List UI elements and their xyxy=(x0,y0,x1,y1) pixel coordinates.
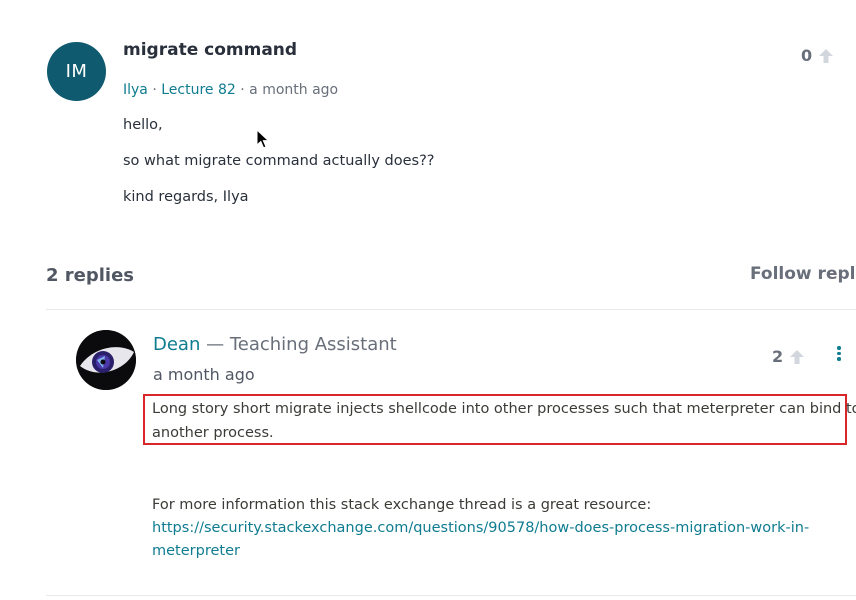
kebab-menu-icon[interactable] xyxy=(832,346,846,364)
author-link[interactable]: Ilya xyxy=(123,82,148,98)
question-body-line: so what migrate command actually does?? xyxy=(123,153,435,169)
reply-text-line: another process. xyxy=(152,425,274,441)
upvote-arrow-icon[interactable] xyxy=(818,48,834,64)
question-body-line: hello, xyxy=(123,117,163,133)
reply-vote: 2 xyxy=(772,347,805,366)
reply-time: a month ago xyxy=(153,365,255,384)
avatar-eye-icon xyxy=(76,330,136,390)
question-meta: Ilya · Lecture 82 · a month ago xyxy=(123,82,338,98)
meta-separator: · xyxy=(240,82,245,98)
avatar-dean[interactable] xyxy=(76,330,136,390)
vote-count: 2 xyxy=(772,347,784,366)
question-title: migrate command xyxy=(123,40,298,60)
reply-author-line: Dean — Teaching Assistant xyxy=(153,334,397,355)
question-vote: 0 xyxy=(801,46,834,65)
meta-separator: · xyxy=(152,82,157,98)
lecture-link[interactable]: Lecture 82 xyxy=(161,82,236,98)
reply-text-line: Long story short migrate injects shellco… xyxy=(152,401,856,417)
avatar-initials[interactable]: IM xyxy=(47,42,106,101)
reply-info-line: For more information this stack exchange… xyxy=(152,497,652,513)
follow-replies-button[interactable]: Follow replie xyxy=(750,264,856,284)
vote-count: 0 xyxy=(801,46,813,65)
question-body-line: kind regards, Ilya xyxy=(123,189,249,205)
divider xyxy=(46,309,856,310)
replies-count: 2 replies xyxy=(46,265,135,286)
upvote-arrow-icon[interactable] xyxy=(789,349,805,365)
question-time: a month ago xyxy=(249,82,339,98)
reply-link[interactable]: meterpreter xyxy=(152,543,240,559)
reply-link[interactable]: https://security.stackexchange.com/quest… xyxy=(152,520,809,536)
reply-author-link[interactable]: Dean xyxy=(153,334,200,355)
divider xyxy=(46,595,856,596)
mouse-cursor-icon xyxy=(256,129,270,149)
reply-author-role: — Teaching Assistant xyxy=(200,334,397,355)
